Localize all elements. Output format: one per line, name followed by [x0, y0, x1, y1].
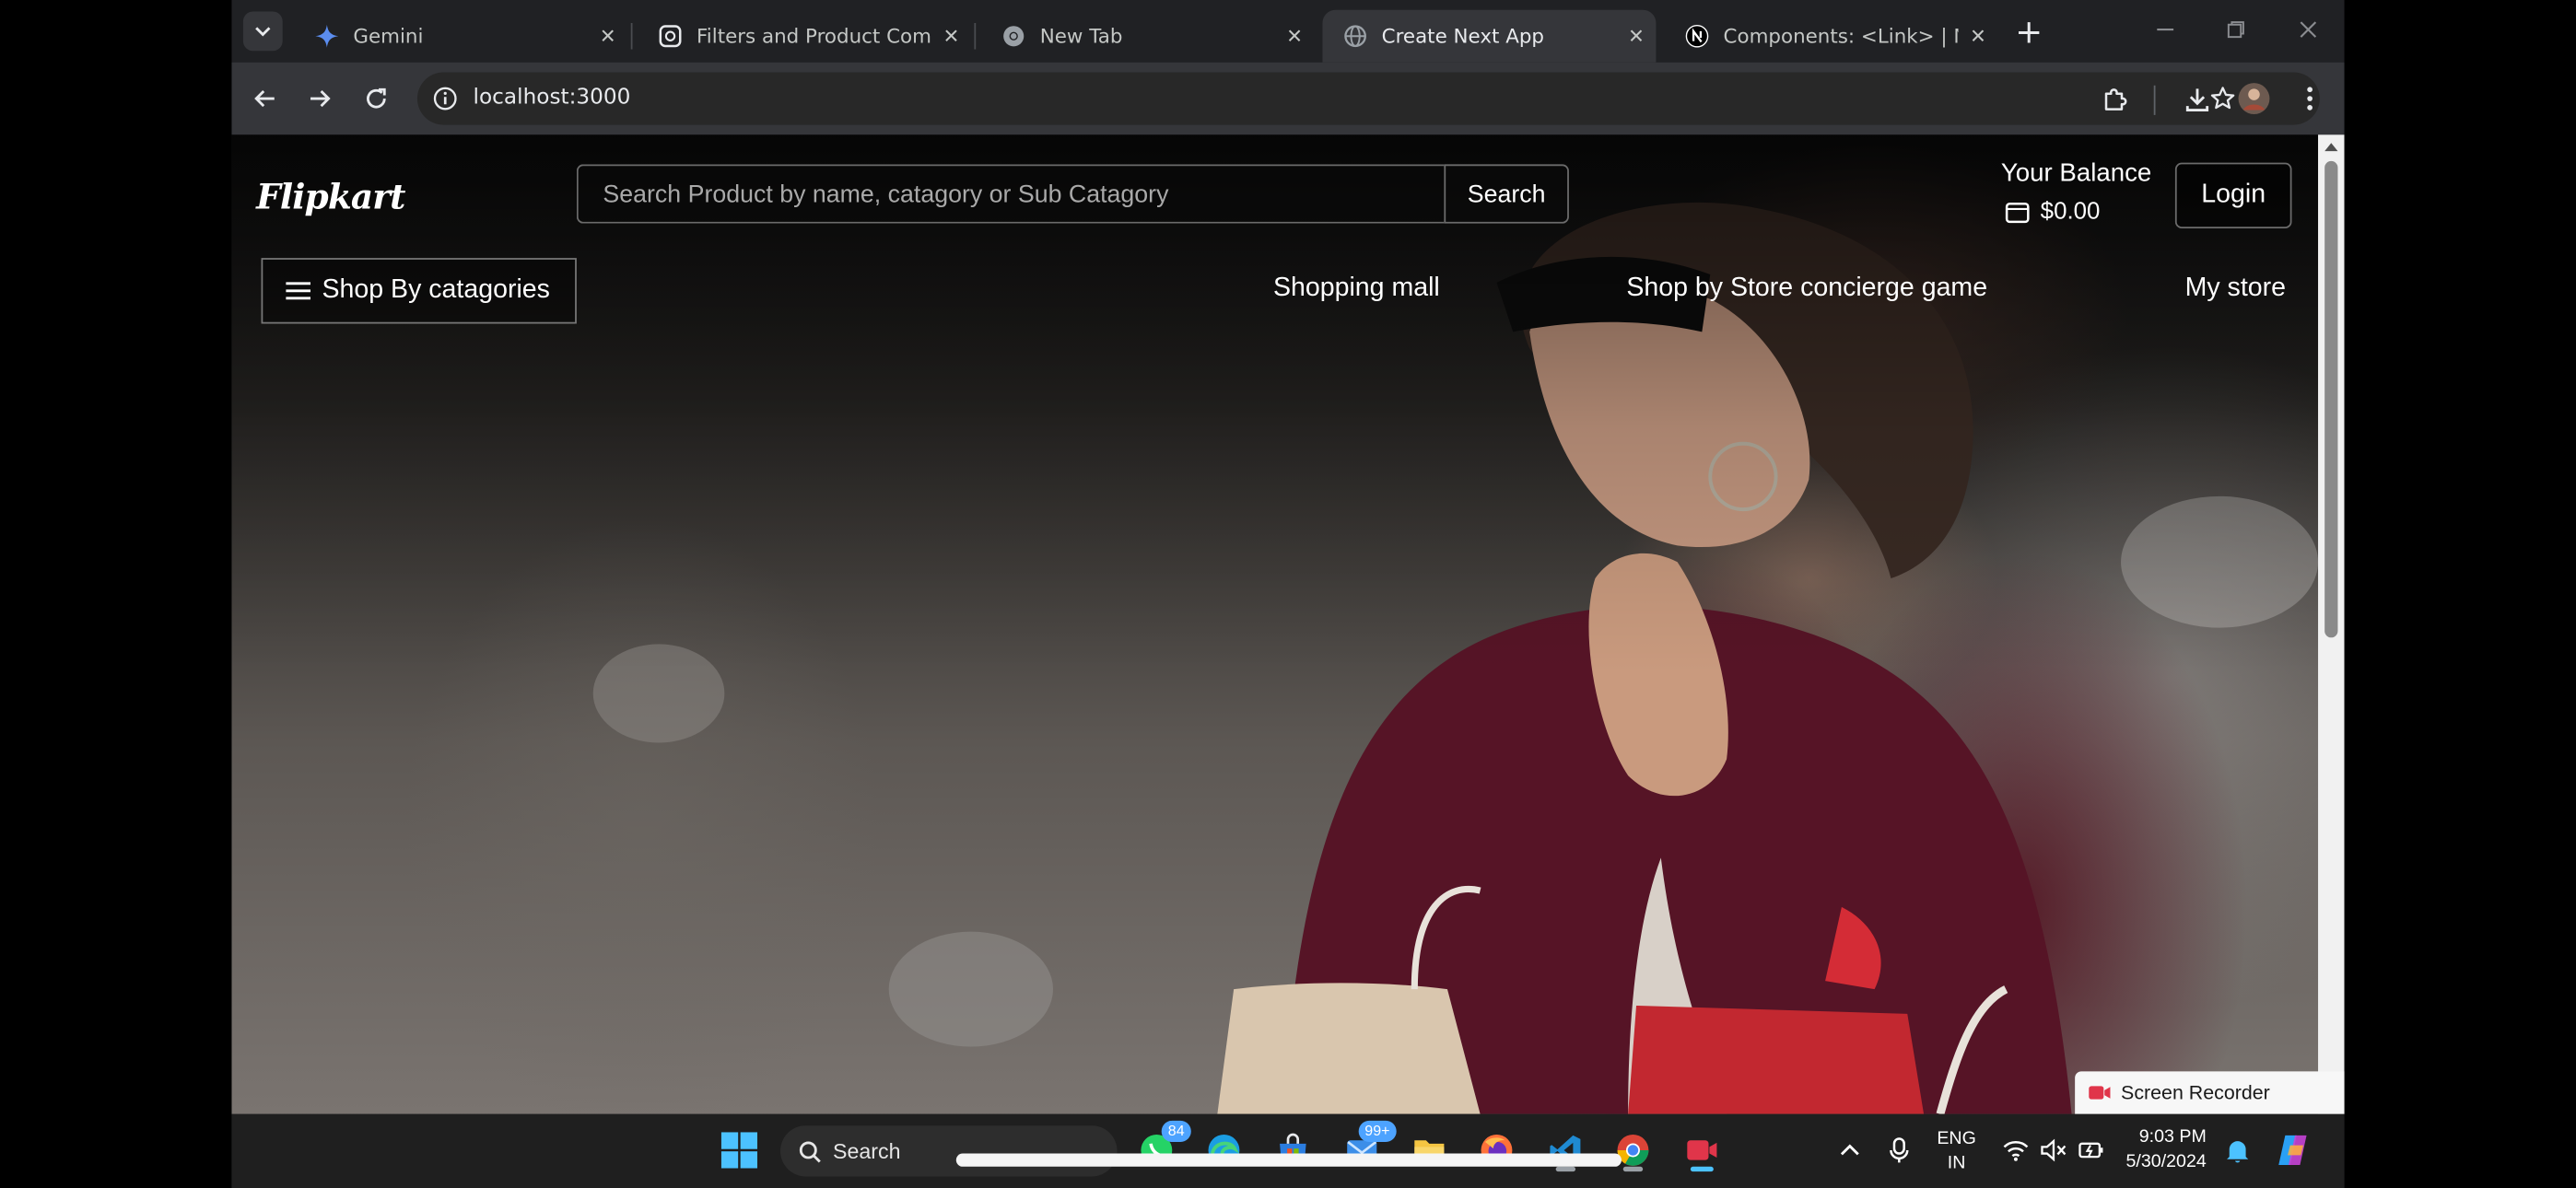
- page-viewport: Flipkart Search Your Balance $0.00 Login…: [231, 134, 2319, 1114]
- copilot-icon[interactable]: [2272, 1129, 2314, 1171]
- search-bar: Search: [576, 164, 1569, 224]
- language-code: ENG: [1937, 1128, 1976, 1149]
- tab-search-button[interactable]: [242, 11, 283, 52]
- search-input[interactable]: [576, 164, 1445, 224]
- tab-title: Create Next App: [1381, 24, 1545, 48]
- running-indicator: [1555, 1166, 1576, 1172]
- battery-icon[interactable]: [2070, 1129, 2113, 1171]
- forward-icon[interactable]: [300, 79, 340, 119]
- page-scrollbar[interactable]: [2318, 134, 2345, 1114]
- close-icon[interactable]: ✕: [931, 25, 971, 48]
- login-button[interactable]: Login: [2174, 162, 2292, 229]
- chevron-up-icon[interactable]: [1829, 1129, 1871, 1171]
- download-icon[interactable]: [2178, 80, 2214, 116]
- gemini-icon: [314, 23, 341, 50]
- wifi-icon[interactable]: [1995, 1129, 2037, 1171]
- close-icon[interactable]: ✕: [1275, 25, 1315, 48]
- tab-strip: Gemini ✕ Filters and Product Compone ✕ N…: [231, 0, 2345, 63]
- tab-title: Filters and Product Compone: [697, 24, 931, 48]
- taskbar: Search 84 99+ ENG IN 9:03 PM 5/30/2024: [231, 1113, 2345, 1188]
- nav-link-my-store[interactable]: My store: [2185, 274, 2286, 304]
- tab-title: Gemini: [353, 24, 424, 48]
- balance-label: Your Balance: [2000, 159, 2152, 188]
- tab-next-link[interactable]: Components: <Link> | Next. ✕: [1664, 10, 1997, 63]
- notification-badge: 84: [1161, 1120, 1191, 1143]
- screen-recorder-label: Screen Recorder: [2121, 1081, 2270, 1105]
- windows-start-icon[interactable]: [718, 1129, 760, 1171]
- close-icon[interactable]: ✕: [1617, 25, 1657, 48]
- balance-amount-row: $0.00: [2003, 197, 2101, 225]
- taskbar-search[interactable]: Search: [780, 1125, 1118, 1177]
- language-indicator[interactable]: ENG IN: [1937, 1127, 1976, 1177]
- profile-avatar[interactable]: [2236, 80, 2272, 116]
- categories-label: Shop By catagories: [322, 275, 550, 305]
- clock-date: 5/30/2024: [2125, 1151, 2207, 1172]
- globe-icon: [1342, 23, 1369, 50]
- screen-recorder-taskbar-icon[interactable]: [1680, 1129, 1723, 1172]
- tab-new-tab[interactable]: New Tab ✕: [981, 10, 1315, 63]
- chrome-menu-icon[interactable]: [2292, 80, 2328, 116]
- system-clock[interactable]: 9:03 PM 5/30/2024: [2125, 1125, 2207, 1175]
- tab-title: New Tab: [1039, 24, 1123, 48]
- nextjs-icon: [1684, 23, 1711, 50]
- openai-icon: [657, 23, 684, 50]
- restore-icon[interactable]: [2211, 10, 2260, 50]
- wallet-icon: [2003, 197, 2031, 225]
- toolbar-divider: [2153, 85, 2156, 115]
- balance-amount: $0.00: [2040, 197, 2101, 225]
- tab-divider: [974, 22, 977, 50]
- back-icon[interactable]: [245, 79, 285, 119]
- chevron-down-icon: [255, 27, 271, 37]
- url-text: localhost:3000: [473, 85, 631, 111]
- site-info-icon[interactable]: [428, 82, 462, 115]
- chrome-icon: [1001, 23, 1027, 50]
- search-button[interactable]: Search: [1444, 164, 1569, 224]
- clock-time: 9:03 PM: [2138, 1126, 2207, 1147]
- reload-icon[interactable]: [357, 79, 396, 119]
- notification-badge: 99+: [1358, 1120, 1397, 1143]
- search-icon: [799, 1139, 822, 1162]
- new-tab-button[interactable]: +: [2011, 13, 2047, 49]
- notification-bell-icon[interactable]: [2216, 1129, 2258, 1171]
- language-region: IN: [1947, 1153, 1966, 1173]
- close-icon[interactable]: ✕: [1959, 25, 1998, 48]
- volume-muted-icon[interactable]: [2032, 1129, 2075, 1171]
- close-window-icon[interactable]: [2284, 10, 2333, 50]
- site-logo[interactable]: Flipkart: [256, 176, 405, 217]
- running-indicator: [1622, 1166, 1644, 1172]
- microphone-icon[interactable]: [1878, 1129, 1920, 1171]
- tab-filters[interactable]: Filters and Product Compone ✕: [638, 10, 971, 63]
- tab-gemini[interactable]: Gemini ✕: [294, 10, 627, 63]
- tab-create-next-app[interactable]: Create Next App ✕: [1322, 9, 1657, 63]
- shop-by-categories-button[interactable]: Shop By catagories: [261, 258, 577, 324]
- browser-window: Gemini ✕ Filters and Product Compone ✕ N…: [231, 0, 2345, 1188]
- video-camera-icon: [2088, 1085, 2111, 1101]
- nav-link-shopping-mall[interactable]: Shopping mall: [1273, 274, 1440, 304]
- running-indicator: [1690, 1166, 1714, 1172]
- taskbar-search-label: Search: [833, 1138, 901, 1164]
- address-bar[interactable]: localhost:3000: [416, 72, 2320, 125]
- scroll-up-icon[interactable]: [2324, 143, 2338, 152]
- tab-title: Components: <Link> | Next.: [1723, 24, 1959, 48]
- scrollbar-thumb[interactable]: [2324, 160, 2338, 638]
- hamburger-menu-icon: [286, 281, 311, 300]
- media-progress-bar[interactable]: [955, 1153, 1622, 1167]
- tab-divider: [630, 22, 633, 50]
- browser-toolbar: localhost:3000: [231, 62, 2345, 135]
- extensions-icon[interactable]: [2096, 80, 2132, 116]
- close-icon[interactable]: ✕: [588, 25, 627, 48]
- nav-link-store-concierge[interactable]: Shop by Store concierge game: [1626, 274, 1987, 304]
- minimize-icon[interactable]: [2140, 10, 2189, 50]
- screen-recorder-widget[interactable]: Screen Recorder: [2075, 1071, 2345, 1114]
